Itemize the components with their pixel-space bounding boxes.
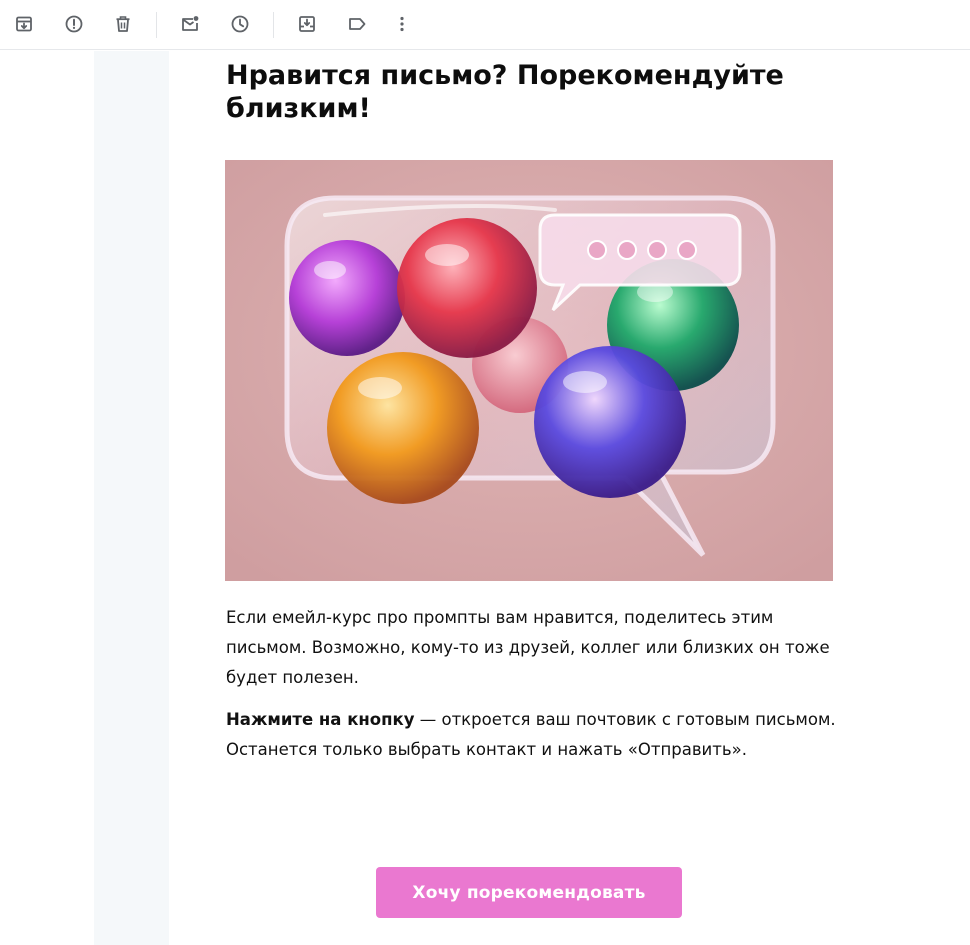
recommend-button[interactable]: Хочу порекомендовать (376, 867, 682, 918)
instruction-paragraph: Нажмите на кнопку — откроется ваш почтов… (226, 705, 836, 765)
hero-image (225, 160, 833, 581)
report-spam-button[interactable] (61, 11, 87, 37)
toolbar-divider (156, 12, 157, 38)
delete-button[interactable] (110, 11, 136, 37)
archive-button[interactable] (11, 11, 37, 37)
snooze-button[interactable] (227, 11, 253, 37)
mark-unread-icon (182, 16, 199, 31)
move-to-button[interactable] (294, 11, 320, 37)
delete-icon (116, 16, 130, 32)
more-options-button[interactable] (389, 11, 415, 37)
email-toolbar (0, 0, 970, 50)
chat-bubble-balls-illustration (225, 160, 833, 581)
toolbar-divider (273, 12, 274, 38)
email-title: Нравится письмо? Порекомендуйте близким! (226, 60, 784, 124)
mark-unread-button[interactable] (177, 11, 203, 37)
label-icon (349, 18, 366, 30)
snooze-icon (231, 15, 249, 33)
more-vert-icon (400, 16, 404, 32)
archive-icon (16, 16, 32, 32)
label-button[interactable] (344, 11, 370, 37)
move-to-icon (299, 16, 315, 32)
report-spam-icon (65, 15, 83, 33)
instruction-bold: Нажмите на кнопку (226, 710, 415, 729)
intro-paragraph: Если емейл-курс про промпты вам нравится… (226, 608, 830, 687)
email-viewport[interactable]: Нравится письмо? Порекомендуйте близким! (0, 51, 970, 945)
